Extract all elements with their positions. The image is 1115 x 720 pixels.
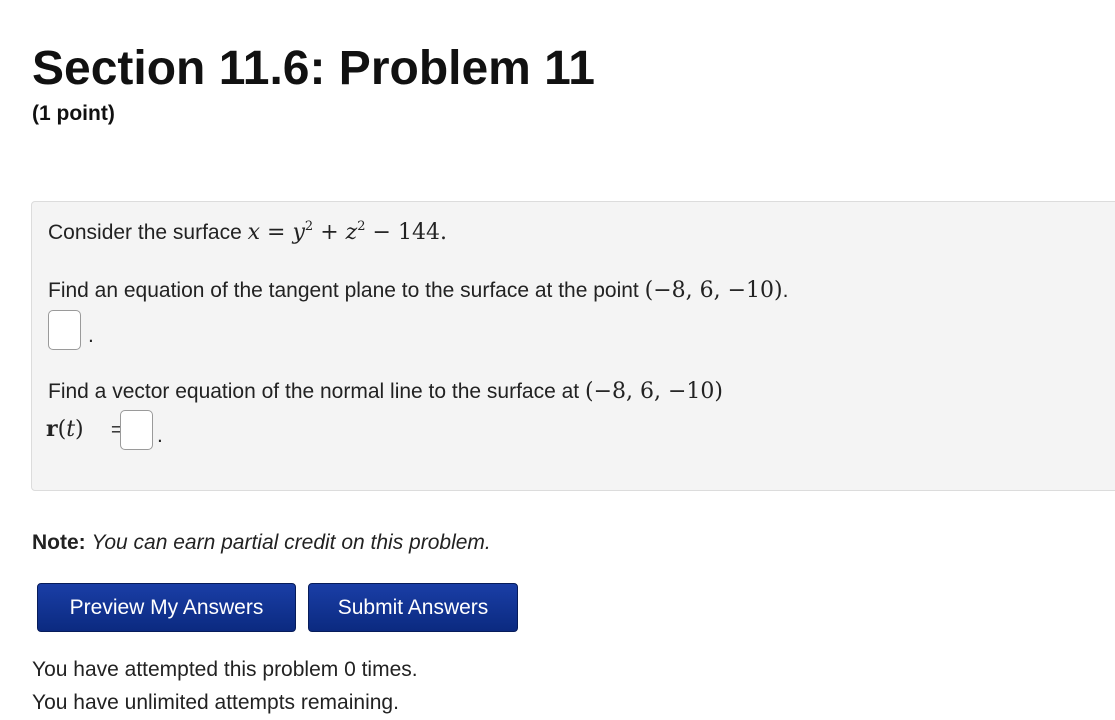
points-label: (1 point) bbox=[32, 102, 115, 125]
surface-equation: x = y2 + z2 − 144. bbox=[247, 219, 447, 245]
problem-page: Section 11.6: Problem 11 (1 point) Consi… bbox=[0, 0, 1115, 720]
note: Note: You can earn partial credit on thi… bbox=[32, 531, 491, 555]
intro-text: Consider the surface bbox=[48, 221, 242, 244]
problem-box: Consider the surface x = y2 + z2 − 144. … bbox=[31, 201, 1115, 491]
point-coordinates-2: (−8, 6, −10) bbox=[585, 379, 723, 404]
page-title: Section 11.6: Problem 11 bbox=[32, 42, 595, 95]
point-coordinates: (−8, 6, −10) bbox=[644, 278, 783, 303]
tangent-plane-question: Find an equation of the tangent plane to… bbox=[48, 278, 789, 303]
preview-answers-button[interactable]: Preview My Answers bbox=[37, 583, 296, 632]
note-label: Note: bbox=[32, 531, 86, 554]
answer1-period: . bbox=[88, 324, 94, 347]
surface-statement: Consider the surface x = y2 + z2 − 144. bbox=[48, 220, 447, 245]
attempts-status: You have attempted this problem 0 times. bbox=[32, 658, 418, 681]
tangent-plane-answer-input[interactable] bbox=[48, 310, 81, 350]
normal-line-question: Find a vector equation of the normal lin… bbox=[48, 379, 723, 404]
attempts-remaining: You have unlimited attempts remaining. bbox=[32, 691, 399, 714]
answer2-period: . bbox=[157, 424, 163, 447]
submit-answers-button[interactable]: Submit Answers bbox=[308, 583, 518, 632]
rt-label: r(t) bbox=[46, 416, 84, 442]
normal-line-answer-input[interactable] bbox=[120, 410, 153, 450]
note-text: You can earn partial credit on this prob… bbox=[91, 531, 491, 554]
